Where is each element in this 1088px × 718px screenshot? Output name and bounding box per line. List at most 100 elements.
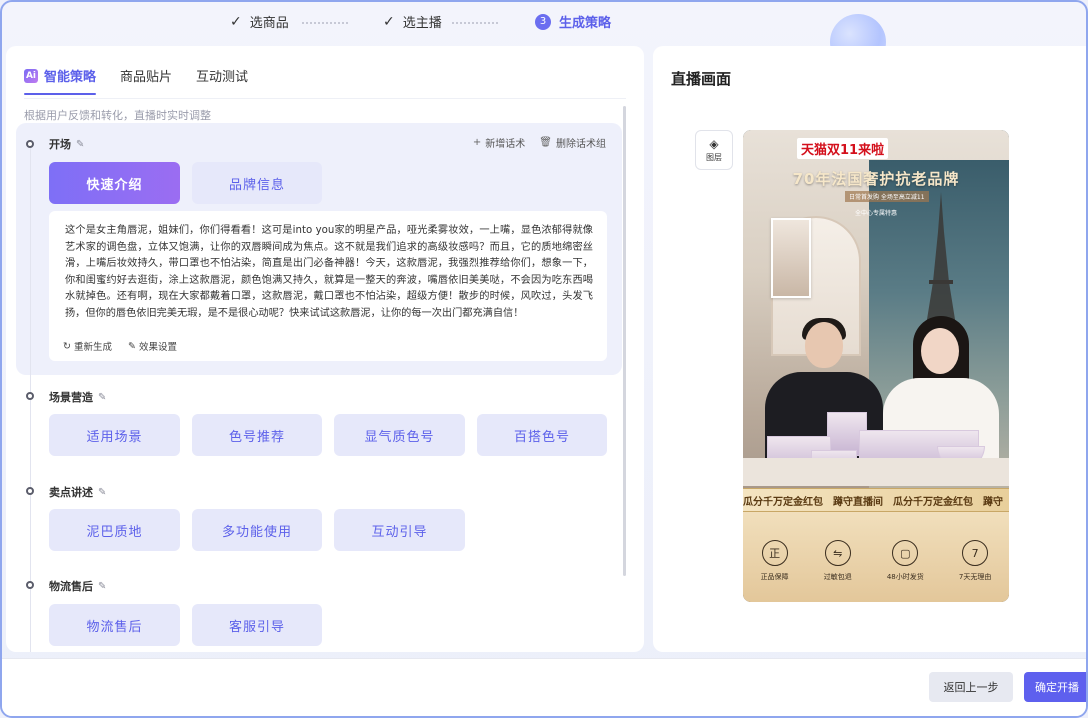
delete-group-button[interactable]: 🗑 删除话术组: [539, 135, 606, 150]
section-title-scene: 场景营造 ✎: [49, 389, 106, 405]
app-window: ✓ 选商品 ✓ 选主播 3 生成策略 Ai 智能策略 商品贴片 互动测试 根据用…: [0, 0, 1088, 718]
section-title-text: 场景营造: [49, 391, 93, 404]
tab-smart-strategy[interactable]: Ai 智能策略: [24, 66, 97, 95]
back-button[interactable]: 返回上一步: [929, 672, 1013, 702]
edit-pencil-icon[interactable]: ✎: [76, 139, 84, 150]
guarantee-bar: 正 正品保障 ⇋ 过敏包退 ▢ 48小时发货 7 7天无理由: [743, 512, 1009, 602]
preview-title: 直播画面: [671, 70, 732, 88]
option-quick-intro[interactable]: 快速介绍: [49, 162, 180, 204]
promo-ticker: 瓜分千万定金红包 蹲守直播间 瓜分千万定金红包 蹲守: [743, 488, 1009, 512]
step-connector: [452, 22, 498, 24]
guarantee-label: 7天无理由: [958, 573, 992, 581]
guarantee-label: 48小时发货: [886, 573, 924, 581]
tab-label: 智能策略: [44, 70, 97, 85]
effect-settings-button[interactable]: ✎ 效果设置: [127, 339, 177, 354]
step-select-host[interactable]: ✓ 选主播: [383, 12, 442, 32]
box-icon: ▢: [892, 540, 919, 566]
section-title-opening: 开场 ✎: [49, 136, 84, 152]
tab-bar: Ai 智能策略 商品贴片 互动测试: [24, 66, 272, 95]
timeline-dot: [26, 140, 34, 148]
step-number: 3: [535, 13, 551, 30]
option-mud-texture[interactable]: 泥巴质地: [49, 509, 180, 551]
exchange-icon: ⇋: [824, 540, 851, 566]
live-preview-panel: 直播画面 ◈ 图层 天猫双11来啦 70年法国奢护抗老品牌 日常首发购 全场至高…: [653, 46, 1086, 652]
guarantee-48h-shipping: ▢ 48小时发货: [887, 540, 924, 582]
step-label: 生成策略: [559, 16, 612, 31]
step-connector: [302, 22, 348, 24]
guarantee-7day-return: 7 7天无理由: [959, 540, 991, 582]
timeline-dot: [26, 392, 34, 400]
script-text[interactable]: 这个是女主角唇泥，姐妹们，你们得看看！这可是into you家的明星产品，哑光柔…: [65, 223, 593, 322]
check-icon: ✓: [230, 13, 242, 30]
step-label: 选主播: [402, 16, 442, 31]
option-color-recommend[interactable]: 色号推荐: [192, 414, 322, 456]
section-title-selling-points: 卖点讲述 ✎: [49, 484, 106, 500]
edit-pencil-icon: ✎: [127, 340, 136, 352]
section-title-logistics: 物流售后 ✎: [49, 578, 106, 594]
delete-group-label: 删除话术组: [556, 139, 606, 150]
refresh-icon: ↻: [63, 340, 71, 352]
timeline-dot: [26, 487, 34, 495]
guarantee-authentic: 正 正品保障: [761, 540, 789, 582]
strategy-hint: 根据用户反馈和转化，直播时实时调整: [24, 109, 211, 122]
start-live-button[interactable]: 确定开播: [1024, 672, 1086, 702]
regenerate-label: 重新生成: [73, 342, 112, 353]
trash-icon: 🗑: [539, 137, 552, 148]
tab-interaction-test[interactable]: 互动测试: [196, 66, 248, 95]
tab-label: 互动测试: [196, 70, 249, 85]
live-preview-frame: 天猫双11来啦 70年法国奢护抗老品牌 日常首发购 全场至高立减11 全中心专属…: [743, 130, 1009, 602]
add-script-label: 新增话术: [485, 139, 526, 150]
edit-pencil-icon[interactable]: ✎: [98, 392, 106, 403]
brand-banner: 70年法国奢护抗老品牌: [792, 170, 960, 188]
script-footer: ↻ 重新生成 ✎ 效果设置: [63, 339, 177, 354]
ticker-text: 蹲守: [983, 496, 1003, 508]
option-interaction-guide[interactable]: 互动引导: [334, 509, 465, 551]
strategy-panel: Ai 智能策略 商品贴片 互动测试 根据用户反馈和转化，直播时实时调整 开场 ✎…: [6, 46, 644, 652]
section-title-text: 物流售后: [49, 580, 93, 593]
layers-icon: ◈: [709, 136, 719, 151]
option-scene-use[interactable]: 适用场景: [49, 414, 180, 456]
guarantee-allergy-return: ⇋ 过敏包退: [824, 540, 852, 582]
double11-banner: 天猫双11来啦: [797, 138, 889, 159]
timeline-dot: [26, 581, 34, 589]
section-title-text: 卖点讲述: [49, 486, 93, 499]
edit-pencil-icon[interactable]: ✎: [98, 487, 106, 498]
guarantee-label: 过敏包退: [823, 573, 852, 581]
check-icon: ✓: [383, 13, 395, 30]
effect-settings-label: 效果设置: [138, 342, 177, 353]
script-editor[interactable]: 这个是女主角唇泥，姐妹们，你们得看看！这可是into you家的明星产品，哑光柔…: [49, 211, 607, 361]
edit-pencil-icon[interactable]: ✎: [98, 581, 106, 592]
option-customer-service[interactable]: 客服引导: [192, 604, 322, 646]
promo-sub-banner-2: 全中心专属特惠: [855, 210, 898, 217]
scrollbar[interactable]: [623, 106, 626, 576]
ticker-text: 瓜分千万定金红包: [893, 496, 973, 508]
option-brand-info[interactable]: 品牌信息: [192, 162, 322, 204]
tab-divider: [24, 98, 626, 99]
option-multi-use[interactable]: 多功能使用: [192, 509, 322, 551]
guarantee-label: 正品保障: [760, 573, 789, 581]
regenerate-button[interactable]: ↻ 重新生成: [63, 339, 112, 354]
seven-day-icon: 7: [962, 540, 989, 566]
table-surface: [743, 458, 1009, 486]
progress-stepper: ✓ 选商品 ✓ 选主播 3 生成策略: [2, 12, 1086, 34]
promo-sub-banner: 日常首发购 全场至高立减11: [845, 191, 929, 202]
ai-strategy-icon: Ai: [24, 68, 38, 83]
option-temperament-color[interactable]: 显气质色号: [334, 414, 465, 456]
authentic-icon: 正: [761, 540, 788, 566]
option-logistics[interactable]: 物流售后: [49, 604, 180, 646]
section-title-text: 开场: [49, 138, 71, 151]
footer-bar: [2, 658, 1086, 716]
option-versatile-color[interactable]: 百搭色号: [477, 414, 607, 456]
plus-icon: +: [472, 137, 482, 148]
step-generate-strategy[interactable]: 3 生成策略: [535, 12, 611, 31]
ticker-text: 蹲守直播间: [833, 496, 883, 508]
ticker-text: 瓜分千万定金红包: [743, 496, 823, 508]
tab-label: 商品贴片: [120, 70, 173, 85]
product-poster-thumb: [771, 218, 811, 298]
layers-button[interactable]: ◈ 图层: [695, 130, 733, 170]
step-label: 选商品: [249, 16, 289, 31]
tab-product-sticker[interactable]: 商品贴片: [120, 66, 172, 95]
step-select-product[interactable]: ✓ 选商品: [230, 12, 289, 32]
section-actions: + 新增话术 🗑 删除话术组: [473, 135, 606, 150]
add-script-button[interactable]: + 新增话术: [473, 135, 525, 150]
